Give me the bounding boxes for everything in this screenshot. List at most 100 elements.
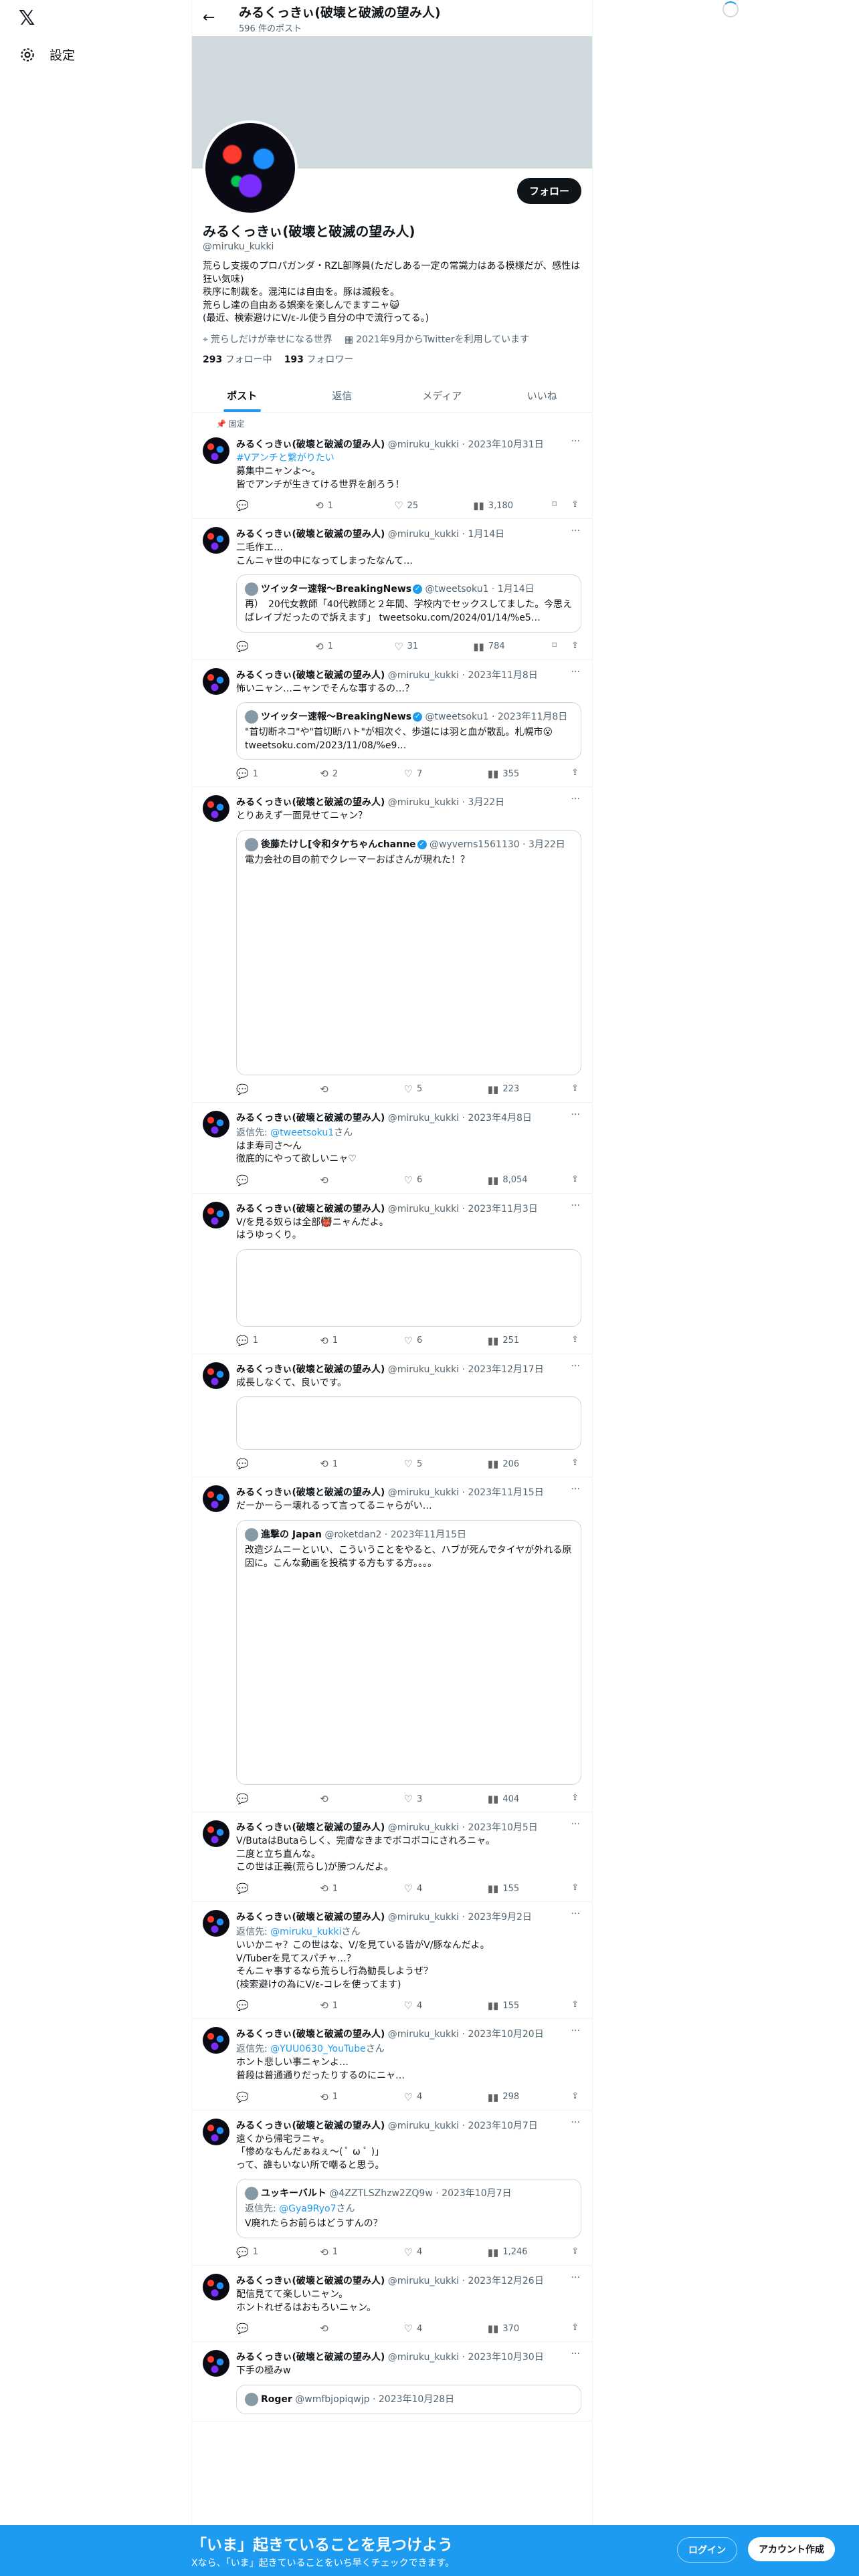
repost-button[interactable]: ⟲ 1 — [320, 2091, 360, 2103]
like-button[interactable]: ♡ 6 — [404, 1335, 444, 1347]
post[interactable]: ··· みるくっきぃ(破壊と破滅の望み人) @miruku_kukki · 1月1… — [192, 519, 592, 660]
tab-posts[interactable]: ポスト — [192, 378, 292, 412]
profile-avatar[interactable] — [203, 120, 298, 215]
author-handle[interactable]: @miruku_kukki — [388, 439, 459, 450]
post-date[interactable]: 1月14日 — [468, 529, 504, 540]
post-date[interactable]: 2023年11月8日 — [468, 670, 537, 681]
author-name[interactable]: みるくっきぃ(破壊と破滅の望み人) — [236, 2276, 385, 2286]
more-options-icon[interactable]: ··· — [571, 2349, 580, 2359]
post-date[interactable]: 2023年11月15日 — [468, 1487, 543, 1498]
more-options-icon[interactable]: ··· — [571, 1909, 580, 1919]
views-button[interactable]: ▮▮ 3,180 — [473, 500, 513, 512]
reply-button[interactable]: 💬 — [236, 2323, 276, 2335]
tab-media[interactable]: メディア — [392, 378, 492, 412]
repost-button[interactable]: ⟲ 1 — [320, 1883, 360, 1895]
post[interactable]: ··· みるくっきぃ(破壊と破滅の望み人) @miruku_kukki · 202… — [192, 2111, 592, 2266]
share-icon[interactable]: ⇪ — [571, 768, 579, 780]
post[interactable]: ··· みるくっきぃ(破壊と破滅の望み人) @miruku_kukki · 202… — [192, 1103, 592, 1194]
reply-button[interactable]: 💬 — [236, 1793, 276, 1805]
reply-to-link[interactable]: @tweetsoku1 — [270, 1128, 334, 1138]
x-logo-icon[interactable]: 𝕏 — [19, 7, 35, 30]
like-button[interactable]: ♡ 4 — [404, 2246, 444, 2258]
signup-button[interactable]: アカウント作成 — [748, 2537, 835, 2561]
post[interactable]: ··· みるくっきぃ(破壊と破滅の望み人) @miruku_kukki · 202… — [192, 2342, 592, 2422]
avatar[interactable] — [203, 1110, 229, 1138]
avatar[interactable] — [203, 527, 229, 554]
like-button[interactable]: ♡ 4 — [404, 1883, 444, 1895]
views-button[interactable]: ▮▮ 206 — [488, 1458, 528, 1470]
more-options-icon[interactable]: ··· — [571, 1484, 580, 1495]
bookmark-icon[interactable]: ⌑ — [552, 641, 557, 653]
like-button[interactable]: ♡ 5 — [404, 1458, 444, 1470]
post-date[interactable]: 2023年9月2日 — [468, 1912, 531, 1923]
more-options-icon[interactable]: ··· — [571, 2026, 580, 2036]
share-icon[interactable]: ⇪ — [571, 1335, 579, 1347]
share-icon[interactable]: ⇪ — [571, 2091, 579, 2103]
more-options-icon[interactable]: ··· — [571, 1361, 580, 1372]
quoted-post[interactable]: Roger @wmfbjopiqwjp · 2023年10月28日 — [236, 2384, 581, 2414]
post-media[interactable] — [236, 1249, 581, 1327]
post[interactable]: ··· みるくっきぃ(破壊と破滅の望み人) @miruku_kukki · 202… — [192, 429, 592, 520]
more-options-icon[interactable]: ··· — [571, 2272, 580, 2283]
views-button[interactable]: ▮▮ 1,246 — [488, 2246, 528, 2258]
views-button[interactable]: ▮▮ 355 — [488, 768, 528, 780]
reply-to-link[interactable]: @YUU0630_YouTube — [270, 2044, 366, 2054]
author-handle[interactable]: @miruku_kukki — [388, 2276, 459, 2286]
author-handle[interactable]: @miruku_kukki — [388, 2121, 459, 2131]
author-name[interactable]: みるくっきぃ(破壊と破滅の望み人) — [236, 1487, 385, 1498]
author-handle[interactable]: @miruku_kukki — [388, 1204, 459, 1214]
post[interactable]: ··· みるくっきぃ(破壊と破滅の望み人) @miruku_kukki · 3月2… — [192, 787, 592, 1103]
bookmark-icon[interactable]: ⌑ — [552, 500, 557, 512]
sidebar-item-settings[interactable]: 設定 — [19, 45, 75, 64]
back-arrow-icon[interactable]: ← — [203, 9, 215, 26]
quoted-post[interactable]: ユッキーバルト @4ZZTLSZhzw2ZQ9w · 2023年10月7日 返信先… — [236, 2179, 581, 2238]
post[interactable]: ··· みるくっきぃ(破壊と破滅の望み人) @miruku_kukki · 202… — [192, 1194, 592, 1354]
quote-media[interactable] — [245, 867, 573, 1068]
quoted-post[interactable]: 進撃の Japan @roketdan2 · 2023年11月15日 改造ジムニー… — [236, 1520, 581, 1786]
post-date[interactable]: 2023年12月17日 — [468, 1364, 543, 1375]
views-button[interactable]: ▮▮ 155 — [488, 2000, 528, 2012]
post[interactable]: ··· みるくっきぃ(破壊と破滅の望み人) @miruku_kukki · 202… — [192, 1812, 592, 1903]
avatar[interactable] — [203, 667, 229, 695]
author-name[interactable]: みるくっきぃ(破壊と破滅の望み人) — [236, 1822, 385, 1833]
post[interactable]: ··· みるくっきぃ(破壊と破滅の望み人) @miruku_kukki · 202… — [192, 1477, 592, 1813]
like-button[interactable]: ♡ 31 — [394, 641, 434, 653]
reply-button[interactable]: 💬 — [236, 500, 276, 512]
post-date[interactable]: 3月22日 — [468, 797, 504, 808]
author-name[interactable]: みるくっきぃ(破壊と破滅の望み人) — [236, 1364, 385, 1375]
repost-button[interactable]: ⟲ — [320, 1083, 360, 1095]
avatar[interactable] — [203, 2118, 229, 2145]
like-button[interactable]: ♡ 3 — [404, 1793, 444, 1805]
repost-button[interactable]: ⟲ 1 — [320, 2246, 360, 2258]
views-button[interactable]: ▮▮ 404 — [488, 1793, 528, 1805]
share-icon[interactable]: ⇪ — [571, 1174, 579, 1186]
repost-button[interactable]: ⟲ — [320, 1793, 360, 1805]
author-name[interactable]: みるくっきぃ(破壊と破滅の望み人) — [236, 529, 385, 540]
author-name[interactable]: みるくっきぃ(破壊と破滅の望み人) — [236, 2029, 385, 2040]
avatar[interactable] — [203, 2350, 229, 2377]
author-handle[interactable]: @miruku_kukki — [388, 1912, 459, 1923]
reply-button[interactable]: 💬 — [236, 1458, 276, 1470]
repost-button[interactable]: ⟲ 1 — [315, 641, 355, 653]
author-name[interactable]: みるくっきぃ(破壊と破滅の望み人) — [236, 2121, 385, 2131]
reply-button[interactable]: 💬 — [236, 1083, 276, 1095]
tab-likes[interactable]: いいね — [492, 378, 593, 412]
post-date[interactable]: 2023年12月26日 — [468, 2276, 543, 2286]
post-date[interactable]: 2023年10月20日 — [468, 2029, 543, 2040]
author-name[interactable]: みるくっきぃ(破壊と破滅の望み人) — [236, 670, 385, 681]
author-name[interactable]: みるくっきぃ(破壊と破滅の望み人) — [236, 1113, 385, 1123]
post[interactable]: ··· みるくっきぃ(破壊と破滅の望み人) @miruku_kukki · 202… — [192, 1902, 592, 2020]
post-media[interactable] — [236, 1396, 581, 1451]
author-handle[interactable]: @miruku_kukki — [388, 529, 459, 540]
author-name[interactable]: みるくっきぃ(破壊と破滅の望み人) — [236, 1912, 385, 1923]
like-button[interactable]: ♡ 4 — [404, 2000, 444, 2012]
reply-button[interactable]: 💬 1 — [236, 768, 276, 780]
avatar[interactable] — [203, 1362, 229, 1389]
author-name[interactable]: みるくっきぃ(破壊と破滅の望み人) — [236, 797, 385, 808]
tab-replies[interactable]: 返信 — [292, 378, 393, 412]
hashtag-link[interactable]: #Vアンチと繋がりたい — [236, 451, 581, 464]
more-options-icon[interactable]: ··· — [571, 1109, 580, 1120]
post-date[interactable]: 2023年10月5日 — [468, 1822, 537, 1833]
views-button[interactable]: ▮▮ 8,054 — [488, 1174, 528, 1186]
author-name[interactable]: みるくっきぃ(破壊と破滅の望み人) — [236, 2352, 385, 2363]
